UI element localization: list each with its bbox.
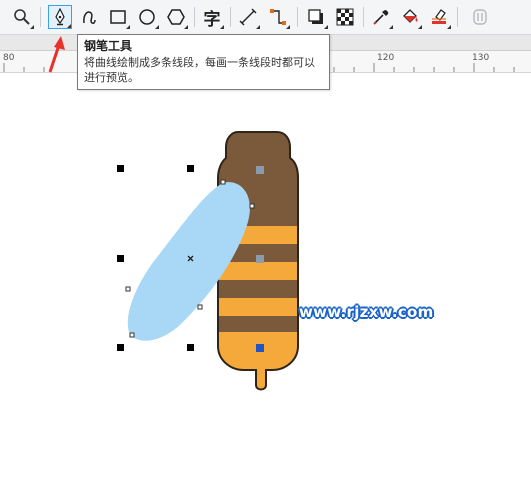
handle-middle-left[interactable]	[117, 255, 124, 262]
path-node[interactable]	[249, 203, 255, 209]
watermark-text: www.rjzxw.com	[299, 303, 434, 321]
handle-bottom-left[interactable]	[117, 344, 124, 351]
path-node[interactable]	[256, 166, 264, 174]
path-node-selected[interactable]	[256, 344, 264, 352]
path-node[interactable]	[220, 179, 226, 185]
red-pointer-arrow	[48, 36, 65, 73]
handle-bottom-center[interactable]	[187, 344, 194, 351]
handle-top-left[interactable]	[117, 165, 124, 172]
tooltip-description: 将曲线绘制成多条线段，每画一条线段时都可以进行预览。	[84, 56, 315, 84]
path-node[interactable]	[129, 332, 135, 338]
handle-top-center[interactable]	[187, 165, 194, 172]
path-node[interactable]	[125, 286, 131, 292]
path-node[interactable]	[256, 255, 264, 263]
path-node[interactable]	[197, 304, 203, 310]
tooltip-title: 钢笔工具	[84, 39, 133, 53]
tool-tooltip: 钢笔工具 将曲线绘制成多条线段，每画一条线段时都可以进行预览。	[77, 34, 330, 90]
